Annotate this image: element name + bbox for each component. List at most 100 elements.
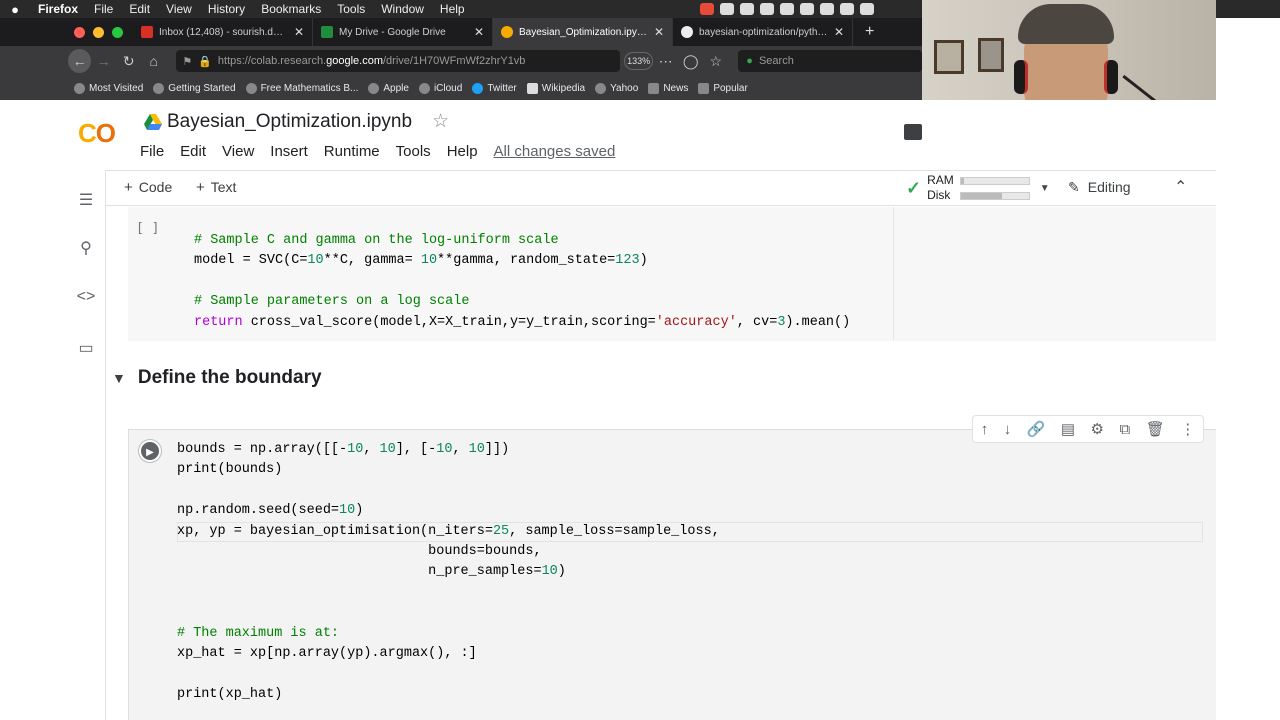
reload-button[interactable]: ↻ [116,53,141,70]
close-tab-icon[interactable]: ✕ [294,25,304,39]
lock-icon[interactable]: 🔒 [198,55,212,68]
menu-bookmarks[interactable]: Bookmarks [253,0,329,18]
comment-icon[interactable] [904,124,922,140]
menu-help[interactable]: Help [432,0,473,18]
code-editor[interactable]: bounds = np.array([[-10, 10], [-10, 10]]… [177,440,720,705]
bookmark-most-visited[interactable]: Most Visited [74,82,143,94]
tray-bluetooth-icon[interactable] [840,3,854,15]
code-cell-active[interactable]: ▶ bounds = np.array([[-10, 10], [-10, 10… [128,429,1216,720]
tray-wifi-icon[interactable] [860,3,874,15]
save-status[interactable]: All changes saved [494,143,616,160]
menu-history[interactable]: History [200,0,253,18]
gear-icon[interactable]: ⚙ [1091,420,1104,438]
minimize-window-button[interactable] [93,26,104,38]
table-of-contents-icon[interactable]: ☰ [76,190,96,210]
notebook-title[interactable]: Bayesian_Optimization.ipynb [167,111,412,133]
url-bar[interactable]: ⚑ 🔒 https://colab.research.google.com/dr… [176,50,621,72]
bookmark-twitter[interactable]: Twitter [472,82,517,94]
bookmark-getting-started[interactable]: Getting Started [153,82,236,94]
run-cell-button[interactable]: ▶ [139,440,161,462]
colab-menu-edit[interactable]: Edit [180,143,206,160]
section-title: Define the boundary [137,367,322,388]
bookmark-popular[interactable]: Popular [698,82,748,94]
section-header[interactable]: ▼ Define the boundary [106,367,322,389]
google-drive-icon[interactable] [144,114,162,130]
close-window-button[interactable] [74,26,85,38]
apple-icon[interactable]: ● [0,2,30,17]
forward-button[interactable]: → [91,53,116,69]
code-cell[interactable]: [ ] # Sample C and gamma on the log-unif… [128,207,1216,341]
zoom-level-badge[interactable]: 133% [624,52,654,70]
code-snippets-icon[interactable]: <> [76,288,96,308]
bookmark-news[interactable]: News [648,82,688,94]
comment-icon[interactable]: ▤ [1061,420,1075,438]
code-editor[interactable]: # Sample C and gamma on the log-uniform … [194,231,850,333]
bookmark-star-icon[interactable]: ☆ [703,53,728,70]
folder-icon[interactable]: ▭ [76,338,96,358]
colab-menu-file[interactable]: File [140,143,164,160]
home-button[interactable]: ⌂ [141,53,166,69]
tray-recording-icon[interactable] [700,3,714,15]
gmail-icon [141,26,153,38]
menu-tools[interactable]: Tools [329,0,373,18]
zoom-window-button[interactable] [112,26,123,38]
add-text-cell-button[interactable]: + Text [196,179,236,196]
collapse-section-icon[interactable]: ▼ [112,370,126,386]
tab-google-drive[interactable]: My Drive - Google Drive ✕ [313,18,493,46]
resource-monitor[interactable]: ✓ RAM Disk ▼ [906,173,1050,203]
colab-menu-view[interactable]: View [222,143,254,160]
twitter-icon [472,82,484,94]
bookmark-apple[interactable]: Apple [368,82,409,94]
close-tab-icon[interactable]: ✕ [834,25,844,39]
tray-clock-icon[interactable] [820,3,834,15]
menu-file[interactable]: File [86,0,121,18]
menu-edit[interactable]: Edit [121,0,158,18]
check-icon: ✓ [906,177,922,198]
page-actions-icon[interactable]: ⋯ [653,53,678,70]
disk-usage-fill [960,192,1002,199]
presenter-hair [1018,4,1114,44]
headset-icon [1104,60,1118,94]
mirror-cell-icon[interactable]: ⧉ [1119,421,1130,438]
editing-mode-button[interactable]: ✎ Editing [1068,179,1131,196]
more-options-icon[interactable]: ⋮ [1180,420,1195,438]
delete-icon[interactable]: 🗑 [1146,420,1165,438]
colab-menu-tools[interactable]: Tools [396,143,431,160]
star-icon[interactable]: ☆ [432,110,449,133]
link-icon[interactable]: 🔗 [1027,420,1046,438]
new-tab-button[interactable]: + [853,23,874,41]
tab-github[interactable]: bayesian-optimization/python a ✕ [673,18,853,46]
tray-sync-icon[interactable] [760,3,774,15]
bookmark-yahoo[interactable]: Yahoo [595,82,638,94]
bookmark-wikipedia[interactable]: Wikipedia [526,82,585,94]
chevron-down-icon[interactable]: ▼ [1040,183,1050,194]
move-up-icon[interactable]: ↑ [981,421,989,438]
close-tab-icon[interactable]: ✕ [474,25,484,39]
colab-logo[interactable]: CO [78,118,116,149]
tab-colab-notebook[interactable]: Bayesian_Optimization.ipynb - C ✕ [493,18,673,46]
close-tab-icon[interactable]: ✕ [654,25,664,39]
tab-gmail[interactable]: Inbox (12,408) - sourish.das@g ✕ [133,18,313,46]
menu-app-firefox[interactable]: Firefox [30,0,86,18]
move-down-icon[interactable]: ↓ [1004,421,1012,438]
add-code-cell-button[interactable]: + Code [124,179,172,196]
bookmark-icloud[interactable]: iCloud [418,82,462,94]
bookmark-free-mathematics[interactable]: Free Mathematics B... [245,82,358,94]
colab-menu-help[interactable]: Help [447,143,478,160]
search-input[interactable]: ● Search [738,50,922,72]
pocket-icon[interactable]: ◯ [678,53,703,70]
menu-window[interactable]: Window [373,0,432,18]
menu-view[interactable]: View [158,0,200,18]
cell-prompt[interactable]: [ ] [136,221,159,236]
tray-cloud-icon[interactable] [740,3,754,15]
search-icon[interactable]: ⚲ [76,238,96,258]
tray-creative-cloud-icon[interactable] [780,3,794,15]
shield-icon[interactable]: ⚑ [182,55,192,68]
tray-battery-icon[interactable] [800,3,814,15]
search-placeholder: Search [758,55,794,67]
back-button[interactable]: ← [68,49,92,73]
colab-menu-insert[interactable]: Insert [270,143,308,160]
colab-menu-runtime[interactable]: Runtime [324,143,380,160]
tray-app-icon[interactable] [720,3,734,15]
collapse-header-icon[interactable]: ⌃ [1174,177,1187,197]
